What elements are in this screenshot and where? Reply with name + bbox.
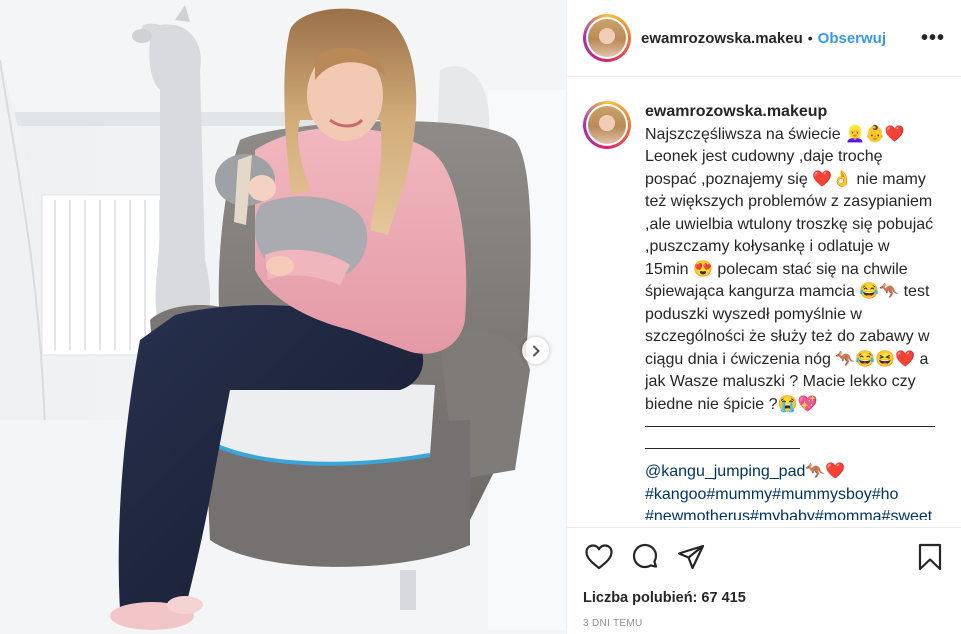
bookmark-icon bbox=[918, 543, 942, 576]
comment-button[interactable] bbox=[629, 543, 661, 575]
chevron-right-icon bbox=[530, 345, 542, 357]
likes-count[interactable]: Liczba polubień: 67 415 bbox=[583, 590, 946, 606]
share-button[interactable] bbox=[675, 543, 707, 575]
heart-icon bbox=[585, 543, 613, 575]
action-icons bbox=[583, 542, 946, 576]
comment-icon bbox=[631, 543, 659, 576]
caption-hashtags-clipped[interactable]: #newmotherus#mybaby#momma#sweet bbox=[645, 506, 935, 520]
more-options-button[interactable]: ••• bbox=[921, 27, 945, 50]
next-photo-button[interactable] bbox=[522, 337, 549, 364]
share-icon bbox=[677, 544, 705, 575]
caption-hashtags[interactable]: #kangoo#mummy#mummysboy#ho bbox=[645, 484, 935, 507]
like-button[interactable] bbox=[583, 543, 615, 575]
post-image bbox=[0, 0, 566, 634]
post-header: ewamrozowska.makeu • Obserwuj ••• bbox=[567, 0, 961, 77]
post-actions: Liczba polubień: 67 415 3 DNI TEMU bbox=[567, 527, 961, 634]
avatar[interactable] bbox=[583, 14, 631, 62]
caption-username[interactable]: ewamrozowska.makeup bbox=[645, 101, 935, 124]
caption-avatar[interactable] bbox=[583, 101, 631, 149]
caption-divider-long bbox=[645, 416, 935, 427]
post-side-panel: ewamrozowska.makeu • Obserwuj ••• ewamro… bbox=[566, 0, 961, 634]
save-button[interactable] bbox=[914, 543, 946, 575]
caption-body: Najszczęśliwsza na świecie 👱‍♀️👶❤️ Leone… bbox=[645, 125, 938, 413]
post-photo[interactable] bbox=[0, 0, 566, 634]
header-separator: • bbox=[807, 30, 813, 46]
caption-area[interactable]: ewamrozowska.makeup Najszczęśliwsza na ś… bbox=[567, 77, 961, 527]
header-username[interactable]: ewamrozowska.makeu bbox=[641, 30, 803, 47]
post-age[interactable]: 3 DNI TEMU bbox=[583, 618, 946, 629]
follow-button[interactable]: Obserwuj bbox=[818, 30, 886, 47]
caption-divider-short bbox=[645, 438, 800, 449]
caption: ewamrozowska.makeup Najszczęśliwsza na ś… bbox=[645, 101, 935, 527]
caption-mention[interactable]: @kangu_jumping_pad🦘❤️ bbox=[645, 461, 935, 484]
